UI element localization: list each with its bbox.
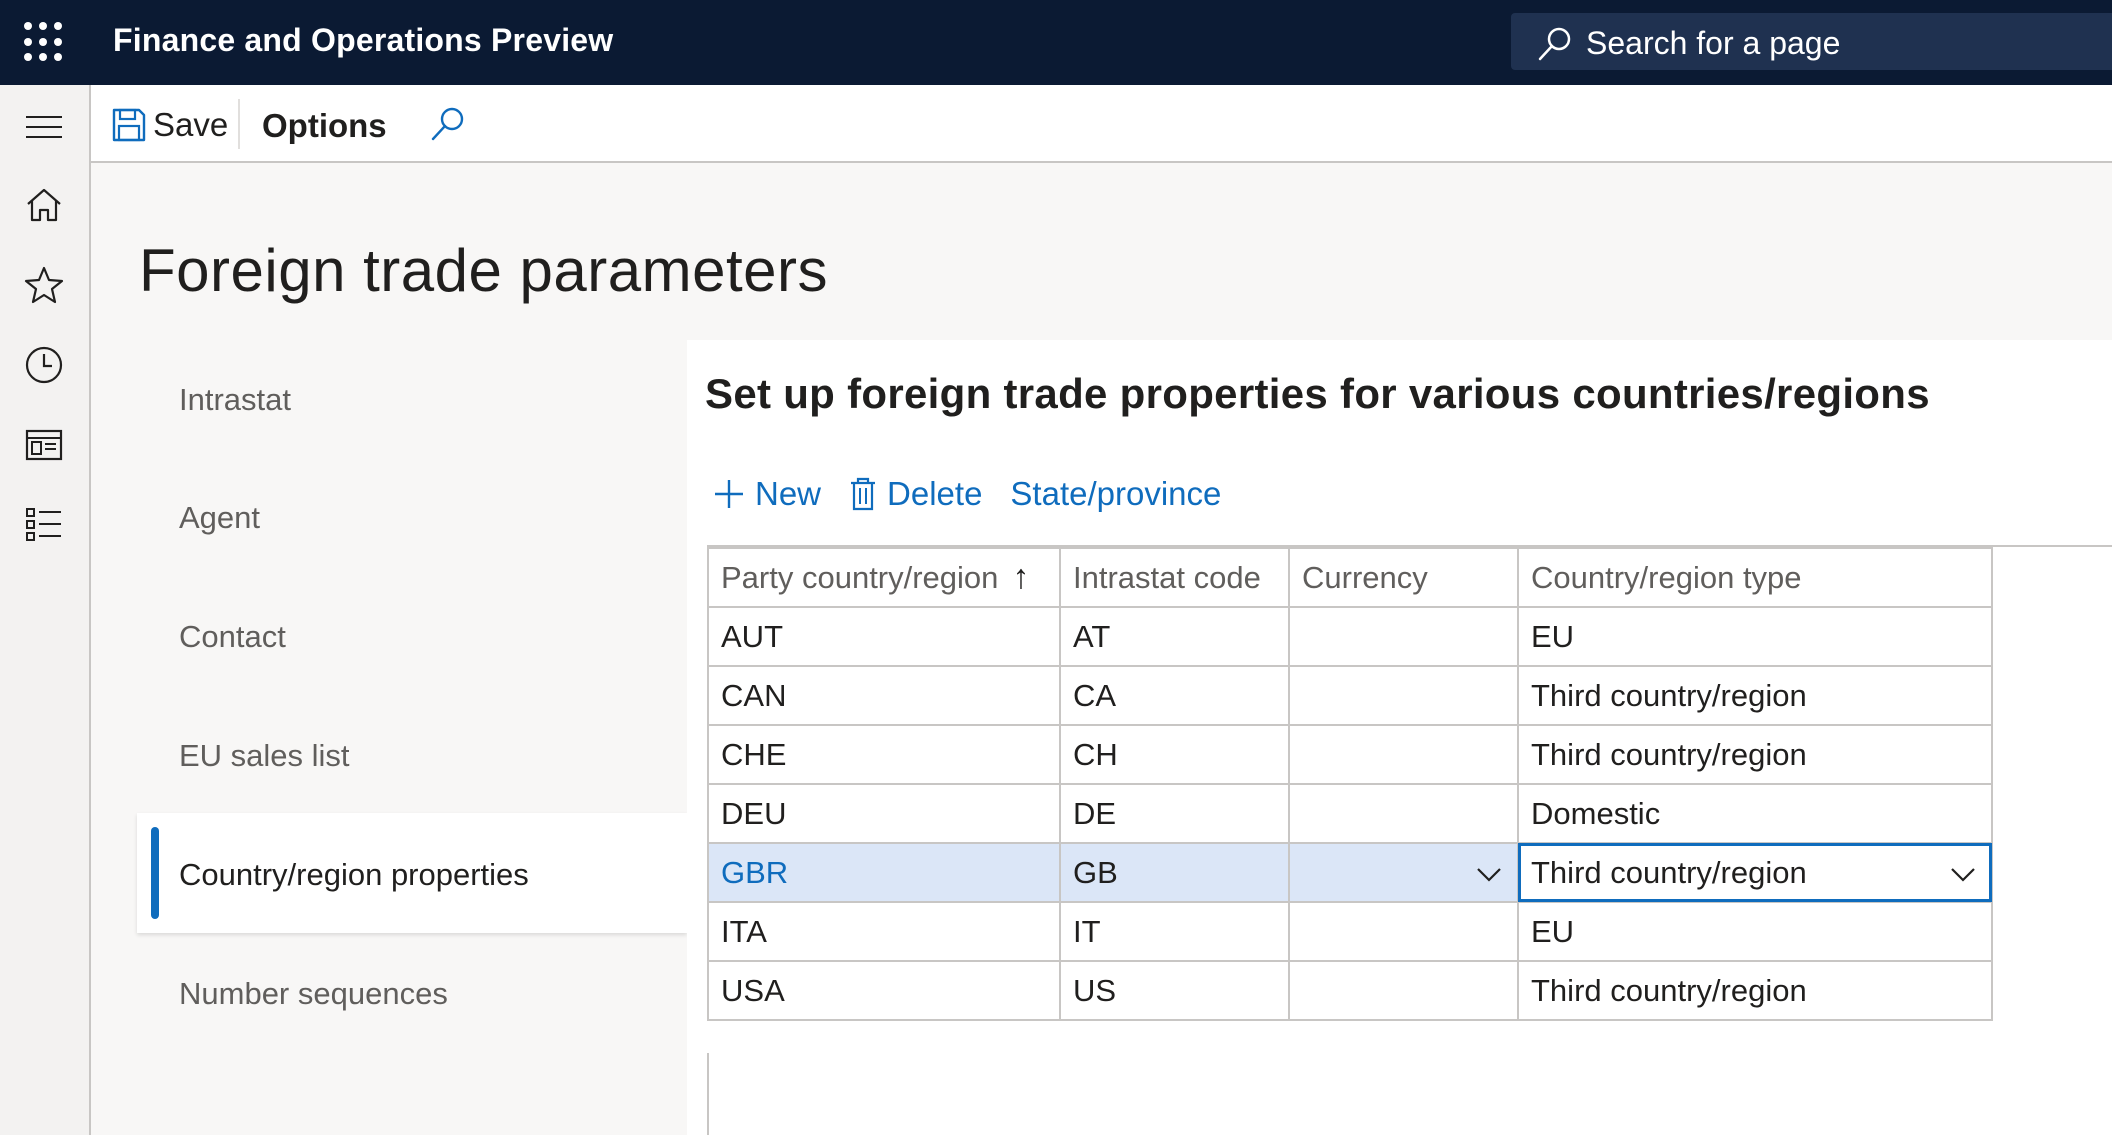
cell-currency[interactable] [1288,665,1519,726]
star-icon[interactable] [22,263,66,307]
page-title: Foreign trade parameters [139,237,828,304]
table-row[interactable]: AUT AT EU [707,606,1993,667]
divider [238,99,240,149]
subnav-item-eu-sales-list[interactable]: EU sales list [179,738,350,774]
search-placeholder: Search for a page [1586,25,1841,61]
cell-code[interactable]: AT [1059,606,1290,667]
cell-code[interactable]: DE [1059,783,1290,844]
modules-list-icon[interactable] [22,503,66,547]
active-indicator [151,827,159,919]
grid-left-border [707,1053,709,1135]
new-button[interactable]: New [713,475,821,513]
state-province-button[interactable]: State/province [1010,475,1221,513]
top-bar: Finance and Operations Preview Search fo… [0,0,2112,85]
delete-label: Delete [887,475,983,512]
save-button[interactable]: Save [111,103,228,147]
chevron-down-icon[interactable] [1949,860,1977,888]
cell-code[interactable]: GB [1059,842,1290,903]
cell-currency[interactable] [1288,783,1519,844]
new-label: New [755,475,822,512]
table-row[interactable]: CAN CA Third country/region [707,665,1993,726]
home-icon[interactable] [22,183,66,227]
delete-button[interactable]: Delete [849,475,982,513]
subnav-item-country-region-properties[interactable]: Country/region properties [137,813,687,933]
column-header-intrastat-code[interactable]: Intrastat code [1059,547,1290,608]
find-icon[interactable] [428,104,468,144]
search-input[interactable]: Search for a page [1511,13,2112,70]
section-title: Set up foreign trade properties for vari… [705,370,1930,417]
cell-party[interactable]: ITA [707,901,1061,962]
cell-type[interactable]: Third country/region [1517,960,1993,1021]
app-launcher-icon[interactable] [24,22,64,62]
cell-type[interactable]: Domestic [1517,783,1993,844]
hamburger-icon[interactable] [22,105,66,149]
subnav-item-number-sequences[interactable]: Number sequences [179,976,448,1012]
options-tab[interactable]: Options [262,107,387,145]
cell-code[interactable]: CA [1059,665,1290,726]
table-row[interactable]: DEU DE Domestic [707,783,1993,844]
cell-code[interactable]: CH [1059,724,1290,785]
column-header-label: Party country/region [721,560,999,595]
cell-code[interactable]: IT [1059,901,1290,962]
column-header-party-country-region[interactable]: Party country/region ↑ [707,547,1061,608]
subnav-item-contact[interactable]: Contact [179,619,286,655]
cell-type[interactable]: EU [1517,901,1993,962]
table-row[interactable]: USA US Third country/region [707,960,1993,1021]
cell-currency[interactable] [1288,960,1519,1021]
cell-party[interactable]: USA [707,960,1061,1021]
clock-icon[interactable] [22,343,66,387]
currency-dropdown[interactable] [1288,842,1519,903]
workspace-icon[interactable] [22,423,66,467]
cell-type[interactable]: EU [1517,606,1993,667]
subnav-item-label: Country/region properties [179,857,529,892]
content-panel: Set up foreign trade properties for vari… [687,340,2112,1135]
sort-ascending-icon: ↑ [1012,558,1030,596]
cell-party[interactable]: GBR [707,842,1061,903]
cell-type[interactable]: Third country/region [1517,724,1993,785]
table-row[interactable]: CHE CH Third country/region [707,724,1993,785]
column-header-currency[interactable]: Currency [1288,547,1519,608]
chevron-down-icon[interactable] [1475,860,1503,888]
cell-type-value: Third country/region [1531,854,1807,890]
cell-party[interactable]: AUT [707,606,1061,667]
country-region-type-dropdown[interactable]: Third country/region [1517,842,1993,903]
table-row-selected[interactable]: GBR GB Third country/region [707,842,1993,903]
cell-party[interactable]: CAN [707,665,1061,726]
trash-icon [851,477,876,511]
column-header-country-region-type[interactable]: Country/region type [1517,547,1993,608]
app-title[interactable]: Finance and Operations Preview [113,22,613,59]
search-icon [1538,27,1571,61]
action-pane: Save Options [91,85,2112,163]
grid-header-row: Party country/region ↑ Intrastat code Cur… [707,547,1993,608]
save-label: Save [153,106,229,143]
cell-currency[interactable] [1288,901,1519,962]
cell-type[interactable]: Third country/region [1517,665,1993,726]
cell-code[interactable]: US [1059,960,1290,1021]
save-icon [112,108,146,142]
navigation-rail [0,85,91,1135]
country-region-grid: Party country/region ↑ Intrastat code Cur… [707,547,1993,1021]
subnav-item-intrastat[interactable]: Intrastat [179,382,291,418]
state-province-label: State/province [1010,475,1222,512]
cell-party[interactable]: DEU [707,783,1061,844]
cell-currency[interactable] [1288,606,1519,667]
cell-party[interactable]: CHE [707,724,1061,785]
table-row[interactable]: ITA IT EU [707,901,1993,962]
subnav-item-agent[interactable]: Agent [179,500,260,536]
plus-icon [715,480,743,508]
grid-toolbar: New Delete State/province [713,472,1249,516]
cell-currency[interactable] [1288,724,1519,785]
